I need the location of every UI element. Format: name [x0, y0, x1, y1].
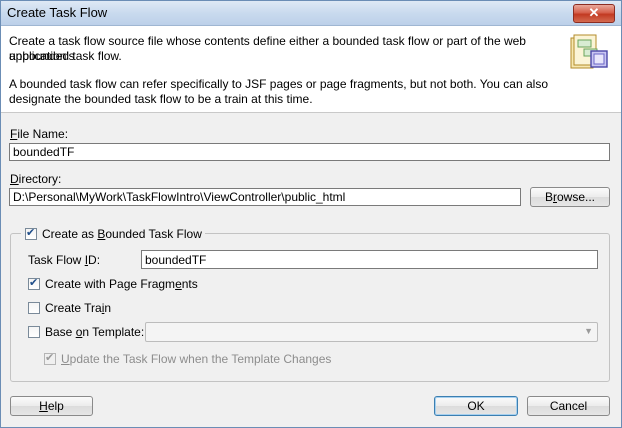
- checkbox-unchecked-icon[interactable]: [28, 302, 40, 314]
- update-on-template-change-checkbox: Update the Task Flow when the Template C…: [44, 351, 331, 367]
- file-name-field[interactable]: [9, 143, 610, 161]
- task-flow-id-field[interactable]: [141, 250, 598, 269]
- close-icon: ✕: [588, 5, 600, 20]
- cancel-button[interactable]: Cancel: [527, 396, 610, 416]
- directory-field[interactable]: [9, 188, 521, 206]
- create-bounded-task-flow-checkbox[interactable]: Create as Bounded Task Flow: [21, 226, 205, 242]
- description-line-4: designate the bounded task flow to be a …: [9, 92, 313, 106]
- dialog-title: Create Task Flow: [7, 5, 108, 20]
- description-line-3: A bounded task flow can refer specifical…: [9, 77, 548, 91]
- description-line-2: unbounded task flow.: [9, 49, 122, 63]
- create-bounded-task-flow-label: Create as Bounded Task Flow: [42, 227, 202, 241]
- task-flow-id-label: Task Flow ID:: [28, 253, 101, 267]
- checkbox-checked-icon[interactable]: [28, 276, 40, 290]
- checkbox-unchecked-icon[interactable]: [28, 326, 40, 338]
- directory-label: Directory:: [10, 172, 62, 186]
- create-task-flow-dialog: Create Task Flow ✕ Create a task flow so…: [0, 0, 622, 428]
- create-train-label: Create Train: [45, 301, 112, 315]
- base-on-template-checkbox[interactable]: Base on Template:: [28, 324, 144, 340]
- page-fragments-label: Create with Page Fragments: [45, 277, 198, 291]
- page-fragments-checkbox[interactable]: Create with Page Fragments: [28, 276, 198, 292]
- title-bar[interactable]: Create Task Flow ✕: [1, 1, 621, 26]
- chevron-down-icon: ▼: [584, 326, 593, 336]
- base-on-template-label: Base on Template:: [45, 325, 145, 339]
- description-panel: Create a task flow source file whose con…: [1, 26, 621, 113]
- file-name-label: File Name:: [10, 127, 69, 141]
- create-train-checkbox[interactable]: Create Train: [28, 300, 111, 316]
- ok-button[interactable]: OK: [434, 396, 518, 416]
- task-flow-wizard-icon: [570, 34, 608, 69]
- checkbox-checked-disabled-icon: [44, 351, 56, 365]
- help-button[interactable]: Help: [10, 396, 93, 416]
- browse-button[interactable]: Browse...: [530, 187, 610, 207]
- checkbox-checked-icon[interactable]: [25, 226, 37, 240]
- template-select: ▼: [145, 322, 598, 342]
- update-on-template-change-label: Update the Task Flow when the Template C…: [61, 352, 332, 366]
- close-button[interactable]: ✕: [573, 4, 615, 23]
